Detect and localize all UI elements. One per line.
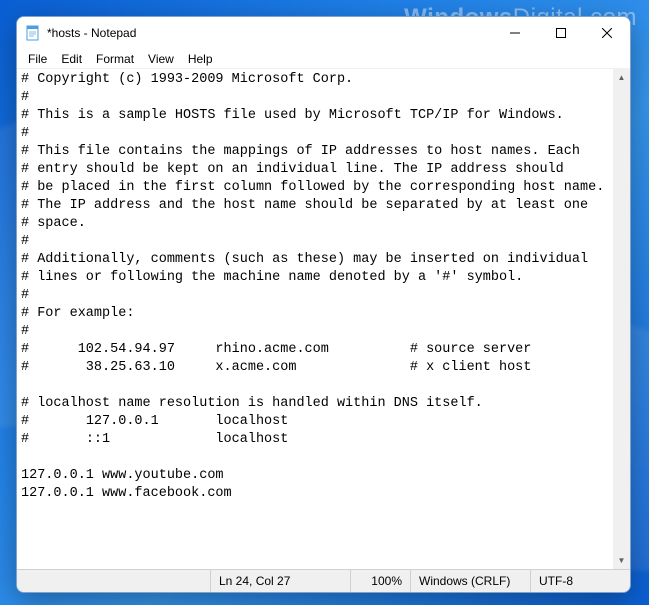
title-bar[interactable]: *hosts - Notepad xyxy=(17,17,630,49)
status-cursor-position: Ln 24, Col 27 xyxy=(210,570,350,592)
maximize-button[interactable] xyxy=(538,17,584,49)
menu-view[interactable]: View xyxy=(141,50,181,68)
status-line-ending: Windows (CRLF) xyxy=(410,570,530,592)
menu-help[interactable]: Help xyxy=(181,50,220,68)
status-zoom: 100% xyxy=(350,570,410,592)
scroll-track[interactable] xyxy=(613,86,630,552)
status-encoding: UTF-8 xyxy=(530,570,630,592)
text-editor[interactable] xyxy=(17,69,613,569)
menu-edit[interactable]: Edit xyxy=(54,50,89,68)
menu-bar: File Edit Format View Help xyxy=(17,49,630,69)
vertical-scrollbar[interactable]: ▲ ▼ xyxy=(613,69,630,569)
status-spacer xyxy=(17,570,210,592)
minimize-button[interactable] xyxy=(492,17,538,49)
notepad-icon xyxy=(25,25,41,41)
window-title: *hosts - Notepad xyxy=(47,26,136,40)
scroll-up-icon[interactable]: ▲ xyxy=(613,69,630,86)
menu-file[interactable]: File xyxy=(21,50,54,68)
editor-area: ▲ ▼ xyxy=(17,69,630,569)
close-button[interactable] xyxy=(584,17,630,49)
notepad-window: *hosts - Notepad File Edit Format View H… xyxy=(16,16,631,593)
status-bar: Ln 24, Col 27 100% Windows (CRLF) UTF-8 xyxy=(17,569,630,592)
scroll-down-icon[interactable]: ▼ xyxy=(613,552,630,569)
window-controls xyxy=(492,17,630,49)
menu-format[interactable]: Format xyxy=(89,50,141,68)
